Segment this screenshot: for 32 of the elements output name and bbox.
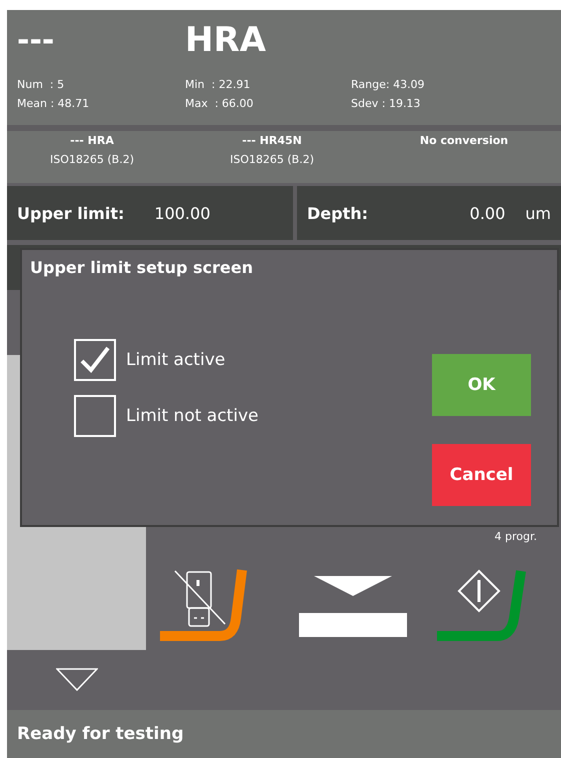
dialog-title: Upper limit setup screen (29, 257, 254, 277)
start-icon (457, 570, 500, 612)
depth-label: Depth: (307, 204, 368, 222)
option-label: Limit active (126, 350, 226, 370)
conversion-scale: No conversion (420, 134, 508, 147)
upper-limit-label: Upper limit: (17, 204, 124, 222)
hardness-reading: --- (17, 22, 56, 58)
cancel-button[interactable]: Cancel (432, 444, 531, 506)
lower-icon (299, 576, 408, 637)
statistic-text: Num : 5 (17, 78, 66, 91)
usb-disabled-icon (174, 570, 226, 627)
statistic-text: Max : 66.00 (185, 97, 254, 110)
depth-value: 0.00 (470, 204, 506, 222)
status-text: Ready for testing (17, 724, 184, 744)
conversion-standard: ISO18265 (B.2) (50, 153, 134, 166)
program-count: 4 progr. (494, 530, 537, 543)
statistic-text: Mean : 48.71 (17, 97, 90, 110)
conversion-standard: ISO18265 (B.2) (230, 153, 314, 166)
statistic-text: Range: 43.09 (351, 78, 426, 91)
option-label: Limit not active (126, 406, 258, 426)
checkbox[interactable] (74, 395, 116, 437)
upper-limit-value: 100.00 (154, 204, 210, 222)
scroll-down-icon[interactable] (56, 668, 98, 692)
statistic-text: Min : 22.91 (185, 78, 252, 91)
upper-limit-panel[interactable]: Upper limit: 100.00 (7, 186, 293, 240)
checkbox[interactable] (74, 339, 116, 381)
conversion-scale: --- HR45N (242, 134, 302, 147)
depth-unit: um (525, 204, 551, 222)
statistic-text: Sdev : 19.13 (351, 97, 422, 110)
conversion-scale: --- HRA (70, 134, 114, 147)
ok-button[interactable]: OK (432, 354, 531, 416)
scale-title: HRA (185, 20, 266, 60)
